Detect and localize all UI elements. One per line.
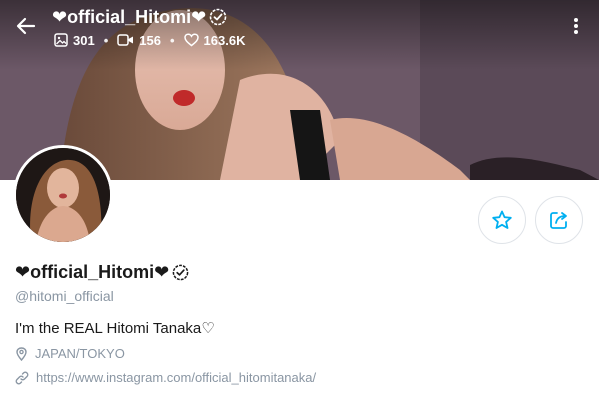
avatar-photo <box>16 148 110 242</box>
verified-badge-icon <box>209 8 227 26</box>
profile-handle: @hitomi_official <box>15 288 114 304</box>
share-button[interactable] <box>535 196 583 244</box>
avatar[interactable] <box>13 145 113 245</box>
back-button[interactable] <box>12 12 40 40</box>
stat-videos[interactable]: 156 <box>117 33 161 48</box>
profile-bio: I'm the REAL Hitomi Tanaka♡ <box>15 320 215 337</box>
video-icon <box>117 34 134 46</box>
website-url[interactable]: https://www.instagram.com/official_hitom… <box>36 370 316 385</box>
favorite-button[interactable] <box>478 196 526 244</box>
profile-name: ❤official_Hitomi❤ <box>15 261 189 283</box>
header-title: ❤official_Hitomi❤ <box>52 6 227 28</box>
profile-display-name: ❤official_Hitomi❤ <box>15 261 170 282</box>
arrow-left-icon <box>16 17 36 35</box>
header-display-name: ❤official_Hitomi❤ <box>52 7 207 27</box>
header-stats: 301 • 156 • 163.6K <box>54 30 245 50</box>
location-text: JAPAN/TOKYO <box>35 346 125 361</box>
profile-website-link[interactable]: https://www.instagram.com/official_hitom… <box>15 370 316 385</box>
image-icon <box>54 33 68 47</box>
link-icon <box>15 371 29 384</box>
stat-photos-count: 301 <box>73 32 95 48</box>
stat-likes: 163.6K <box>183 32 246 48</box>
profile-location: JAPAN/TOKYO <box>15 346 125 361</box>
more-options-button[interactable] <box>566 12 586 40</box>
share-icon <box>550 212 567 229</box>
stat-videos-count: 156 <box>139 32 161 48</box>
stat-separator: • <box>169 32 175 48</box>
star-icon <box>492 210 512 229</box>
location-pin-icon <box>16 346 27 361</box>
more-vertical-icon <box>574 18 578 34</box>
stat-likes-count: 163.6K <box>203 32 246 48</box>
stat-separator: • <box>103 32 109 48</box>
stat-photos[interactable]: 301 <box>54 33 95 48</box>
verified-badge-icon <box>172 264 189 281</box>
heart-icon <box>183 33 199 47</box>
